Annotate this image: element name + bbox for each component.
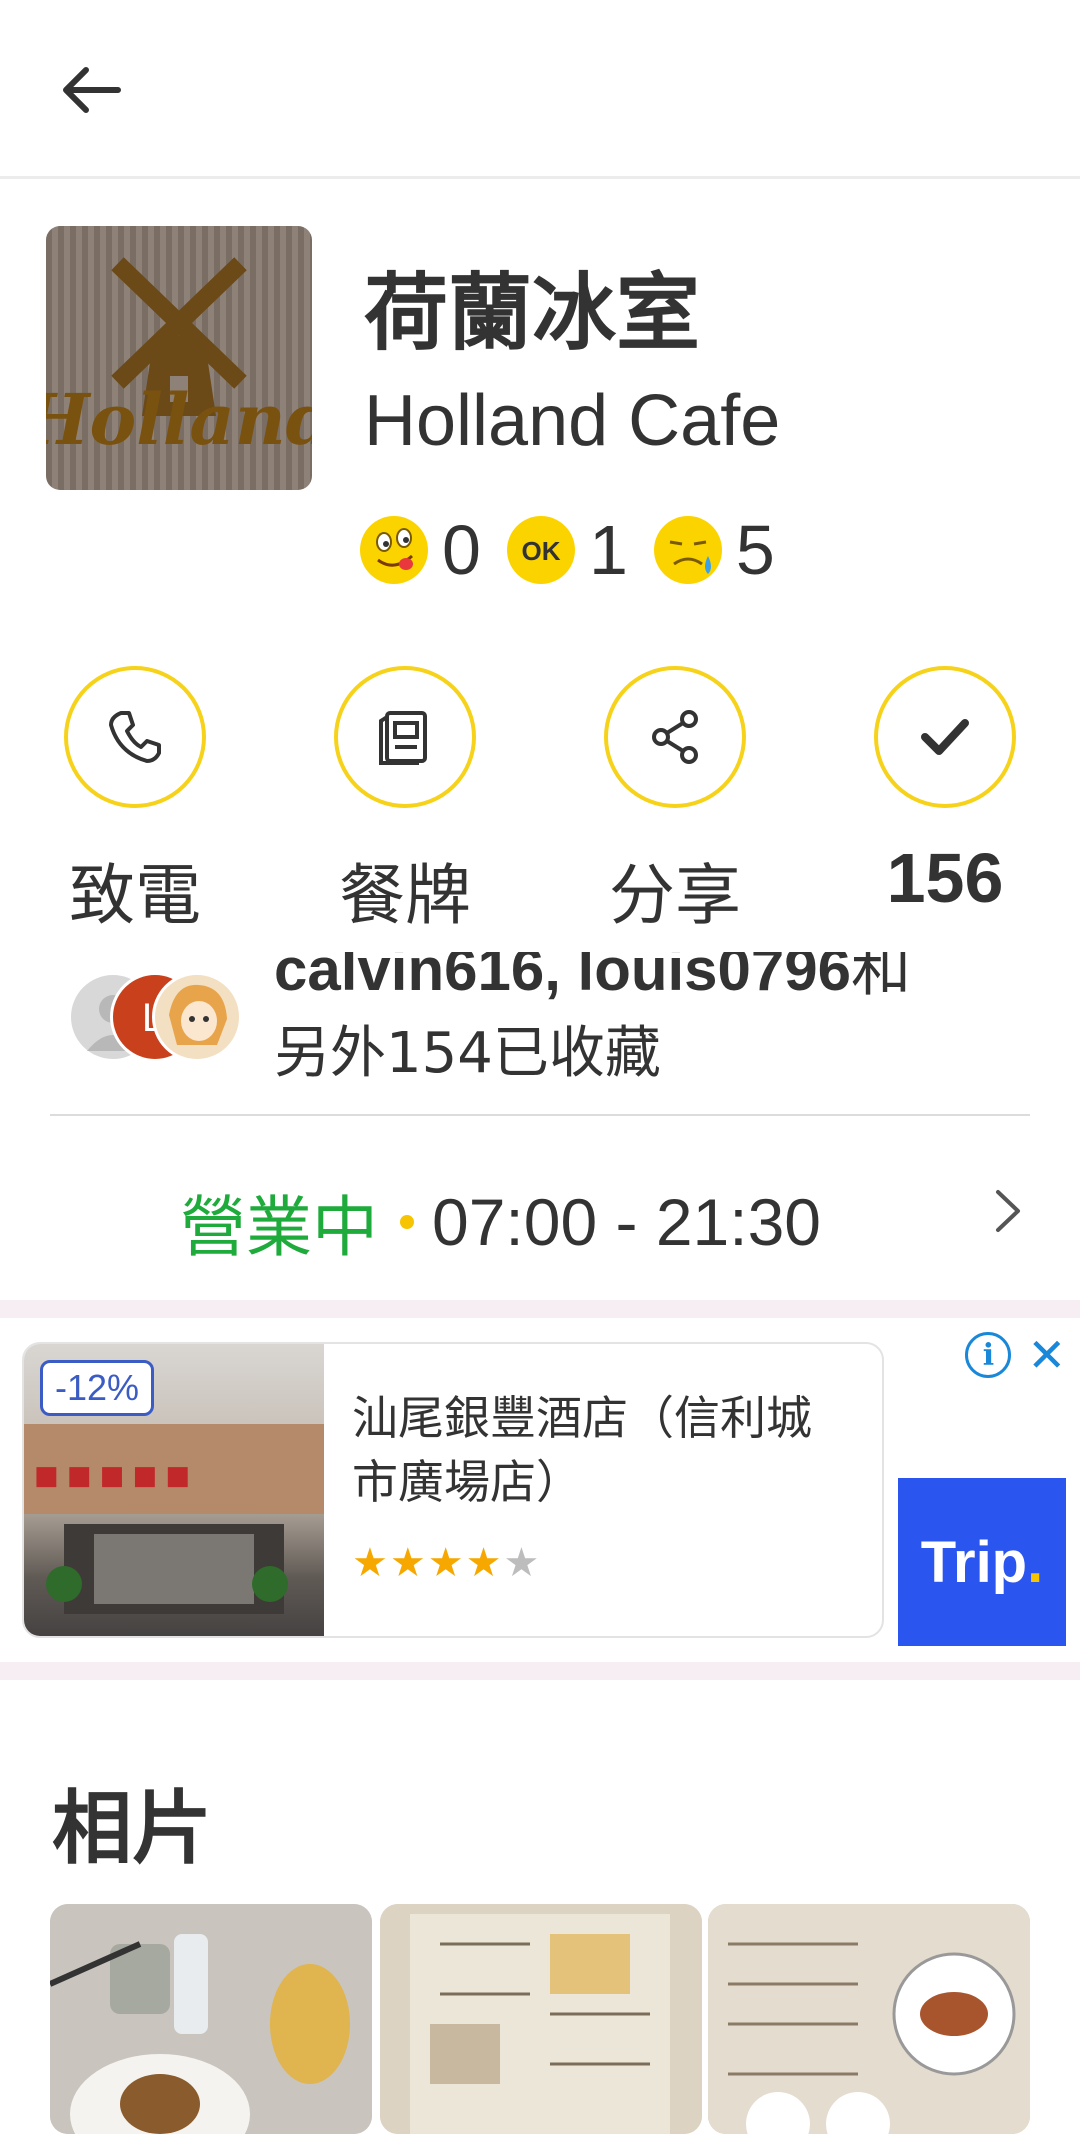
phone-icon xyxy=(109,711,161,763)
svg-text:Holland: Holland xyxy=(46,378,312,461)
star-icon: ★ xyxy=(465,1541,504,1585)
trip-logo-text: Trip xyxy=(920,1529,1028,1595)
menu-label: 餐牌 xyxy=(339,857,471,934)
yummy-face-icon xyxy=(360,516,428,584)
call-action[interactable]: 致電 xyxy=(60,666,210,938)
savers-more: 另外154已收藏 xyxy=(274,1021,661,1086)
opening-hours-row[interactable]: 營業中 07:00 - 21:30 xyxy=(0,1140,1080,1280)
ok-face-icon: OK xyxy=(506,516,575,584)
section-separator xyxy=(0,1300,1080,1318)
star-icon: ★ xyxy=(389,1541,428,1585)
star-icon: ★ xyxy=(427,1541,466,1585)
ad-controls: i ✕ xyxy=(965,1332,1066,1378)
share-action[interactable]: 分享 xyxy=(600,666,750,938)
opening-hours: 07:00 - 21:30 xyxy=(432,1185,821,1259)
menu-action[interactable]: 餐牌 xyxy=(330,666,480,938)
reaction-counts: 0 OK 1 5 xyxy=(360,510,801,590)
call-button[interactable] xyxy=(64,666,206,808)
restaurant-name-zh: 荷蘭冰室 xyxy=(364,264,701,362)
call-label: 致電 xyxy=(69,857,201,934)
star-rating: ★★★★★ xyxy=(352,1540,541,1586)
saver-names-suffix: 和 xyxy=(851,952,912,1003)
reaction-yummy: 0 xyxy=(360,510,481,590)
discount-badge: -12% xyxy=(40,1360,155,1416)
restaurant-logo[interactable]: Holland xyxy=(46,226,312,490)
chevron-right-icon xyxy=(996,1190,1020,1232)
reaction-yummy-count: 0 xyxy=(442,511,481,589)
trip-logo-dot: . xyxy=(1027,1529,1044,1595)
reaction-ok: OK 1 xyxy=(506,510,628,590)
photo-thumbnail[interactable] xyxy=(50,1904,372,2134)
action-bar: 致電 餐牌 分享 156 xyxy=(0,666,1080,936)
saver-names: calvin616, louis0796和 xyxy=(274,952,911,1000)
back-button[interactable] xyxy=(52,52,132,132)
savers-text: calvin616, louis0796和 另外154已收藏 xyxy=(274,952,911,1082)
saver-names-list: calvin616, louis0796 xyxy=(274,952,852,1003)
sad-face-icon xyxy=(653,516,722,584)
share-button[interactable] xyxy=(604,666,746,808)
avatar xyxy=(152,972,242,1062)
bookmark-action[interactable]: 156 xyxy=(870,666,1020,918)
saved-by-users[interactable]: L calvin616, louis0796和 另外154已收藏 xyxy=(68,952,1028,1112)
arrow-left-icon xyxy=(63,67,121,113)
photos-heading: 相片 xyxy=(52,1782,212,1875)
share-label: 分享 xyxy=(609,857,741,934)
photo-thumbnail[interactable] xyxy=(708,1904,1030,2134)
svg-text:■ ■ ■ ■ ■: ■ ■ ■ ■ ■ xyxy=(34,1461,190,1491)
star-empty-icon: ★ xyxy=(503,1541,542,1585)
reaction-sad-count: 5 xyxy=(735,511,775,589)
ad-info-icon[interactable]: i xyxy=(965,1332,1012,1378)
reaction-ok-count: 1 xyxy=(588,511,628,589)
trip-logo[interactable]: Trip. xyxy=(898,1478,1066,1646)
hotel-photo: ■ ■ ■ ■ ■ -12% xyxy=(24,1344,324,1636)
bookmark-count: 156 xyxy=(886,839,1004,917)
checkmark-icon xyxy=(921,719,969,755)
ad-hotel-name: 汕尾銀豐酒店（信利城市廣場店） xyxy=(352,1391,812,1509)
saver-avatars: L xyxy=(68,972,268,1062)
reaction-sad: 5 xyxy=(653,510,775,590)
menu-book-icon xyxy=(379,711,427,765)
share-icon xyxy=(652,710,698,764)
svg-text:OK: OK xyxy=(521,536,560,566)
photo-thumbnail[interactable] xyxy=(380,1904,702,2134)
open-status: 營業中 xyxy=(180,1189,378,1266)
menu-button[interactable] xyxy=(334,666,476,808)
top-bar xyxy=(0,0,1080,179)
bookmark-button[interactable] xyxy=(874,666,1016,808)
status-dot xyxy=(400,1215,414,1229)
divider xyxy=(50,1114,1030,1116)
ad-close-icon[interactable]: ✕ xyxy=(1027,1332,1066,1378)
windmill-logo-image: Holland xyxy=(46,257,312,461)
star-icon: ★ xyxy=(352,1541,390,1585)
section-separator xyxy=(0,1662,1080,1680)
restaurant-name-en: Holland Cafe xyxy=(364,381,781,461)
ad-card[interactable]: ■ ■ ■ ■ ■ -12% 汕尾銀豐酒店（信利城市廣場店） ★★★★★ xyxy=(22,1342,884,1638)
ad-banner[interactable]: ■ ■ ■ ■ ■ -12% 汕尾銀豐酒店（信利城市廣場店） ★★★★★ i ✕… xyxy=(0,1318,1080,1662)
photo-gallery xyxy=(50,1904,1030,2134)
